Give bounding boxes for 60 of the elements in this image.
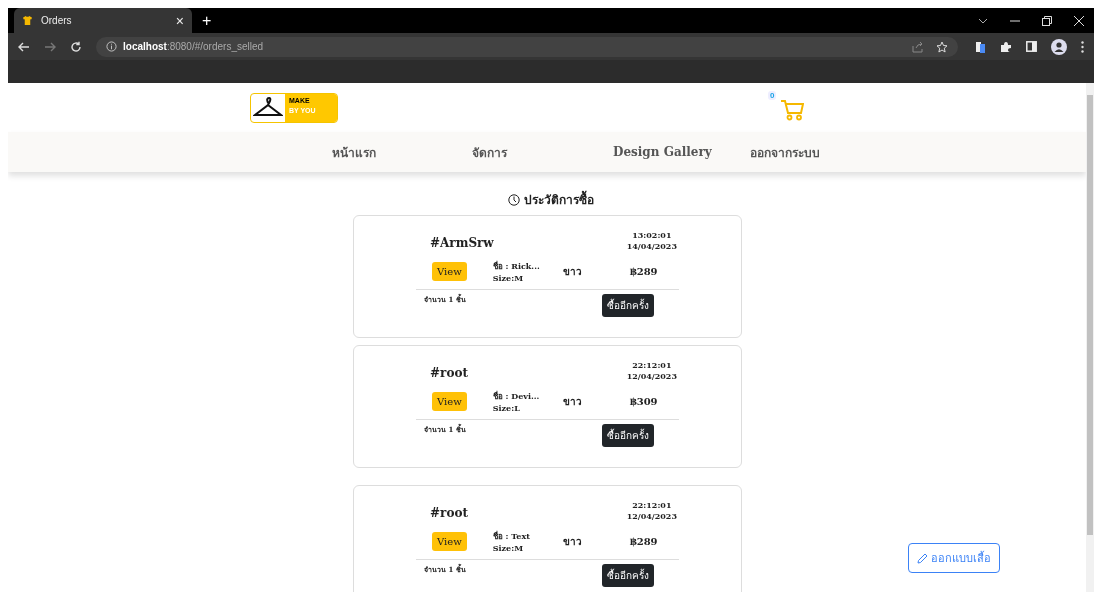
product-color: ขาว (562, 394, 582, 409)
shirt-icon (22, 15, 33, 26)
order-date: 12/04/2023 (626, 511, 677, 522)
product-size: Size:M (492, 272, 524, 283)
sidebar-icon[interactable] (1026, 41, 1037, 52)
menu-icon[interactable] (1081, 40, 1084, 53)
product-size: Size:M (492, 542, 524, 553)
restore-icon[interactable] (1042, 15, 1052, 26)
view-button[interactable]: View (432, 261, 467, 281)
hanger-icon (253, 96, 283, 119)
buy-again-button[interactable]: ซื้ออีกครั้ง (602, 294, 654, 317)
nav-link[interactable]: Design Gallery (613, 145, 712, 159)
order-time: 22:12:01 (632, 500, 672, 511)
product-size: Size:L (492, 402, 521, 413)
product-color: ขาว (562, 264, 582, 279)
order-code: #ArmSrw (430, 236, 494, 250)
minimize-icon[interactable] (1010, 19, 1020, 22)
product-name: ชื่อ : Devi... (492, 389, 541, 403)
buy-again-button[interactable]: ซื้ออีกครั้ง (602, 564, 654, 587)
puzzle-icon[interactable] (1000, 40, 1012, 53)
order-code: #root (430, 506, 468, 520)
order-price: ฿309 (629, 395, 658, 407)
close-tab-button[interactable]: × (175, 12, 184, 29)
view-button[interactable]: View (432, 531, 467, 551)
product-color: ขาว (562, 534, 582, 549)
product-name: ชื่อ : Rick... (492, 259, 541, 273)
clock-icon (508, 193, 520, 206)
browser-tab[interactable]: Orders × (14, 8, 192, 33)
share-icon[interactable] (912, 40, 924, 53)
cart-count-badge: 0 (768, 90, 777, 100)
address-bar[interactable]: localhost:8080/#/orders_selled (96, 36, 958, 57)
order-price: ฿289 (629, 265, 658, 277)
extension-icon[interactable] (976, 40, 986, 53)
chevron-down-icon[interactable] (978, 17, 988, 24)
page-title: ประวัติการซื้อ (524, 190, 594, 209)
pencil-icon (917, 552, 928, 564)
nav-link[interactable]: ออกจากระบบ (749, 142, 820, 162)
info-icon (106, 41, 117, 52)
product-name: ชื่อ : Text (492, 529, 531, 543)
reload-icon[interactable] (70, 40, 82, 53)
nav-link[interactable]: หน้าแรก (332, 142, 376, 162)
order-time: 22:12:01 (632, 360, 672, 371)
order-code: #root (430, 366, 468, 380)
order-date: 12/04/2023 (626, 371, 677, 382)
nav-link[interactable]: จัดการ (472, 142, 507, 162)
scrollbar[interactable] (1086, 83, 1094, 592)
view-button[interactable]: View (432, 391, 467, 411)
back-arrow-icon[interactable] (18, 40, 30, 53)
profile-avatar-icon[interactable] (1051, 38, 1067, 55)
url-text: localhost:8080/#/orders_selled (123, 41, 264, 52)
new-tab-button[interactable]: + (202, 12, 212, 30)
close-icon[interactable] (1074, 15, 1084, 26)
design-shirt-button[interactable]: ออกแบบเสื้อ (908, 543, 1000, 573)
star-icon[interactable] (936, 40, 948, 53)
order-date: 14/04/2023 (626, 241, 677, 252)
order-price: ฿289 (629, 535, 658, 547)
forward-arrow-icon[interactable] (44, 40, 56, 53)
order-time: 13:02:01 (632, 230, 672, 241)
buy-again-button[interactable]: ซื้ออีกครั้ง (602, 424, 654, 447)
tab-title: Orders (41, 15, 73, 26)
